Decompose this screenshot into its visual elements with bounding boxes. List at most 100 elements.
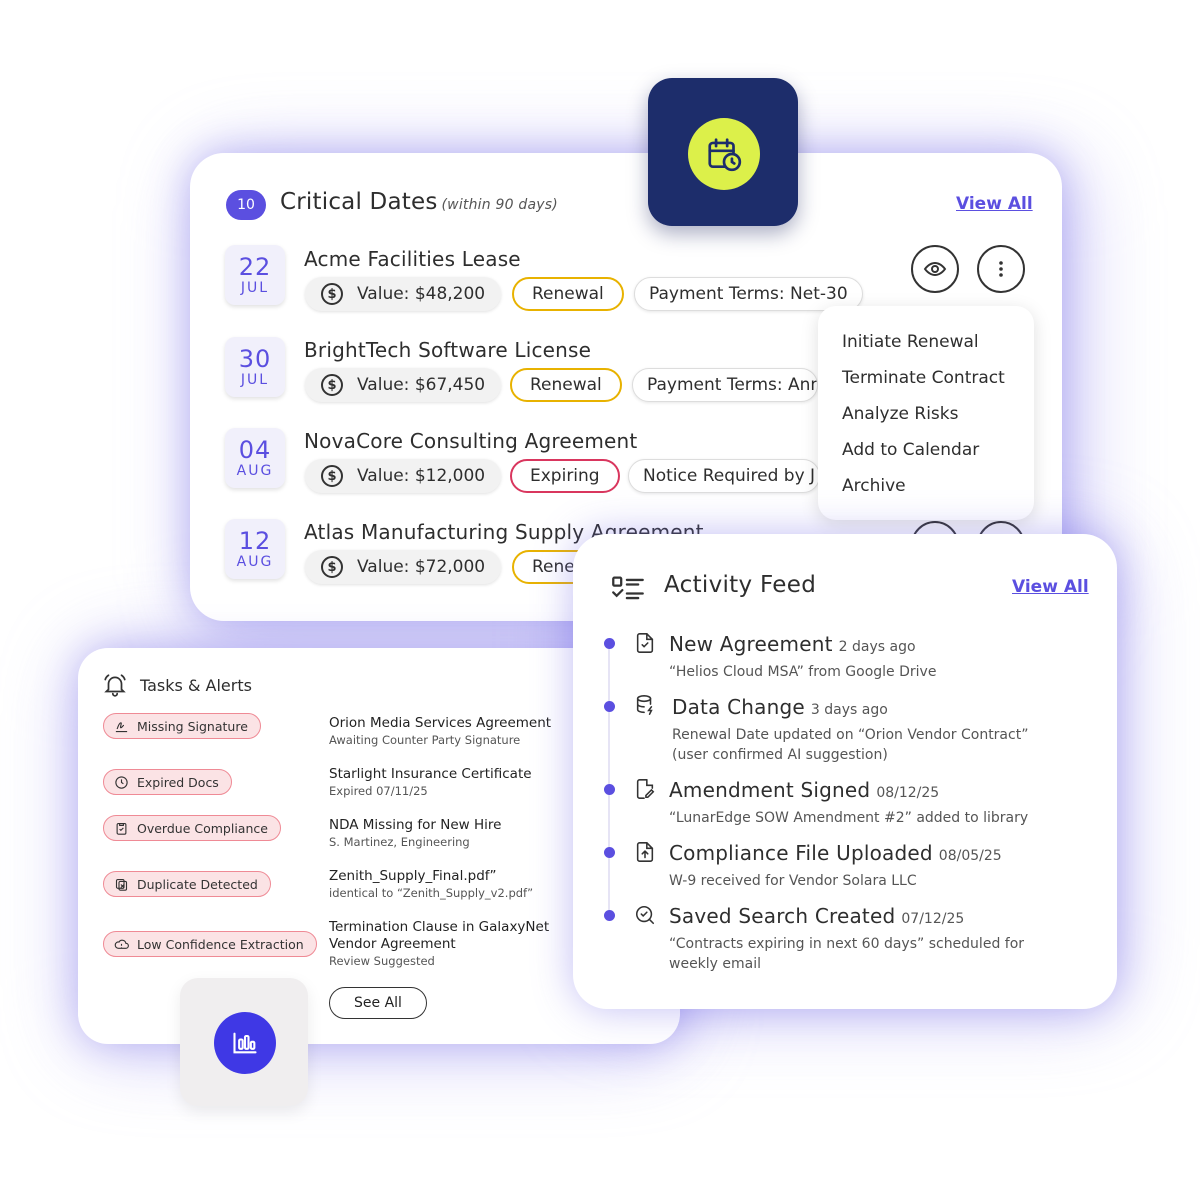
date-day: 12 [238,527,272,555]
feed-item-name: Saved Search Created [669,904,896,928]
alert-title: Orion Media Services Agreement [329,715,552,731]
critical-dates-title: Critical Dates (within 90 days) [280,189,558,215]
count-badge: 10 [226,190,266,220]
value-text: Value: $12,000 [357,466,486,486]
feed-item-time: 08/12/25 [876,785,940,801]
date-box: 12 AUG [225,519,285,579]
more-options-button[interactable] [977,245,1025,293]
feed-item-name: Compliance File Uploaded [669,841,933,865]
menu-item-add-to-calendar[interactable]: Add to Calendar [842,436,1034,472]
calendar-circle [688,118,760,190]
value-text: Value: $67,450 [357,375,486,395]
calendar-clock-icon [708,138,742,172]
timeline-dot [604,910,615,921]
feed-item-name: New Agreement [669,632,833,656]
status-badge: Renewal [510,368,622,402]
search-check-icon [635,905,655,925]
feed-item-header[interactable]: New Agreement 2 days ago [669,632,916,656]
view-all-dates-link[interactable]: View All [956,194,1033,214]
alert-tag: Missing Signature [103,713,261,739]
menu-item-terminate-contract[interactable]: Terminate Contract [842,364,1034,400]
date-box: 30 JUL [225,337,285,397]
file-edit-icon [636,779,655,799]
alert-tag-label: Expired Docs [137,774,219,790]
cloud-warning-icon [114,939,129,949]
date-day: 22 [238,253,272,281]
timeline-dot [604,701,615,712]
analytics-circle[interactable] [214,1012,276,1074]
dollar-icon: $ [321,465,343,487]
value-pill: $ Value: $72,000 [305,550,502,584]
tasks-title: Tasks & Alerts [140,675,252,695]
menu-item-archive[interactable]: Archive [842,472,1034,508]
alert-tag-label: Low Confidence Extraction [137,936,304,952]
alert-title: Termination Clause in GalaxyNet [329,919,550,935]
date-month: JUL [240,372,270,388]
date-month: AUG [236,554,274,570]
activity-feed-title: Activity Feed [664,572,817,598]
calendar-tile [648,78,798,226]
dollar-icon: $ [321,374,343,396]
terms-pill: Payment Terms: Ann [632,368,818,402]
feed-item-name: Data Change [672,695,805,719]
value-text: Value: $72,000 [357,557,486,577]
list-check-icon [612,576,644,600]
terms-pill: Payment Terms: Net-30 [634,277,863,311]
actions-menu: Initiate Renewal Terminate Contract Anal… [818,306,1034,520]
contract-title[interactable]: NovaCore Consulting Agreement [304,429,637,453]
alert-subtitle: identical to “Zenith_Supply_v2.pdf” [329,886,534,900]
alert-item[interactable]: Orion Media Services Agreement Awaiting … [329,715,551,748]
more-vertical-icon [999,261,1003,277]
alert-tag: Duplicate Detected [103,871,271,897]
alert-tag-label: Duplicate Detected [137,876,258,892]
alert-item[interactable]: NDA Missing for New Hire S. Martinez, En… [329,817,501,850]
alert-item[interactable]: Starlight Insurance Certificate Expired … [329,766,532,799]
feed-item-desc: “LunarEdge SOW Amendment #2” added to li… [669,810,1029,826]
alert-tag-label: Overdue Compliance [137,820,268,836]
timeline-dot [604,784,615,795]
alert-title: Starlight Insurance Certificate [329,766,532,782]
feed-item-desc-line2: (user confirmed AI suggestion) [672,747,888,763]
bell-icon [104,674,126,697]
feed-item-desc: W-9 received for Vendor Solara LLC [669,873,917,889]
feed-item-desc: “Contracts expiring in next 60 days” sch… [669,936,1025,952]
view-all-feed-link[interactable]: View All [1012,577,1089,597]
view-button[interactable] [911,245,959,293]
feed-item-header[interactable]: Compliance File Uploaded 08/05/25 [669,841,1002,865]
terms-pill: Notice Required by J [628,459,820,493]
alert-tag-label: Missing Signature [137,718,248,734]
feed-item-time: 3 days ago [810,702,888,718]
critical-dates-title-text: Critical Dates [280,189,438,215]
date-day: 30 [238,345,272,373]
alert-item[interactable]: Termination Clause in GalaxyNet Vendor A… [329,919,549,969]
alert-item[interactable]: Zenith_Supply_Final.pdf” identical to “Z… [329,868,533,901]
feed-item-header[interactable]: Data Change 3 days ago [672,695,888,719]
feed-item-time: 07/12/25 [901,911,965,927]
file-check-icon [636,633,654,653]
feed-item-desc-line2: weekly email [669,956,762,972]
analytics-tile [180,978,308,1106]
contract-title[interactable]: Acme Facilities Lease [304,247,521,271]
date-month: JUL [240,280,270,296]
value-pill: $ Value: $67,450 [305,368,502,402]
feed-item-name: Amendment Signed [669,778,871,802]
chart-icon [233,1032,257,1054]
menu-item-analyze-risks[interactable]: Analyze Risks [842,400,1034,436]
see-all-button[interactable]: See All [329,987,427,1019]
clipboard-icon [116,822,127,835]
alert-title: NDA Missing for New Hire [329,817,502,833]
contract-title[interactable]: BrightTech Software License [304,338,591,362]
dollar-icon: $ [321,556,343,578]
dollar-icon: $ [321,283,343,305]
alert-subtitle: Awaiting Counter Party Signature [329,733,521,747]
feed-item-header[interactable]: Amendment Signed 08/12/25 [669,778,939,802]
status-badge: Renewal [512,277,624,311]
date-month: AUG [236,463,274,479]
timeline-dot [604,638,615,649]
feed-item-header[interactable]: Saved Search Created 07/12/25 [669,904,964,928]
eye-icon [923,261,947,277]
menu-item-initiate-renewal[interactable]: Initiate Renewal [842,328,1034,364]
alert-subtitle: S. Martinez, Engineering [329,835,470,849]
status-badge: Expiring [510,459,620,493]
alert-tag: Expired Docs [103,769,232,795]
